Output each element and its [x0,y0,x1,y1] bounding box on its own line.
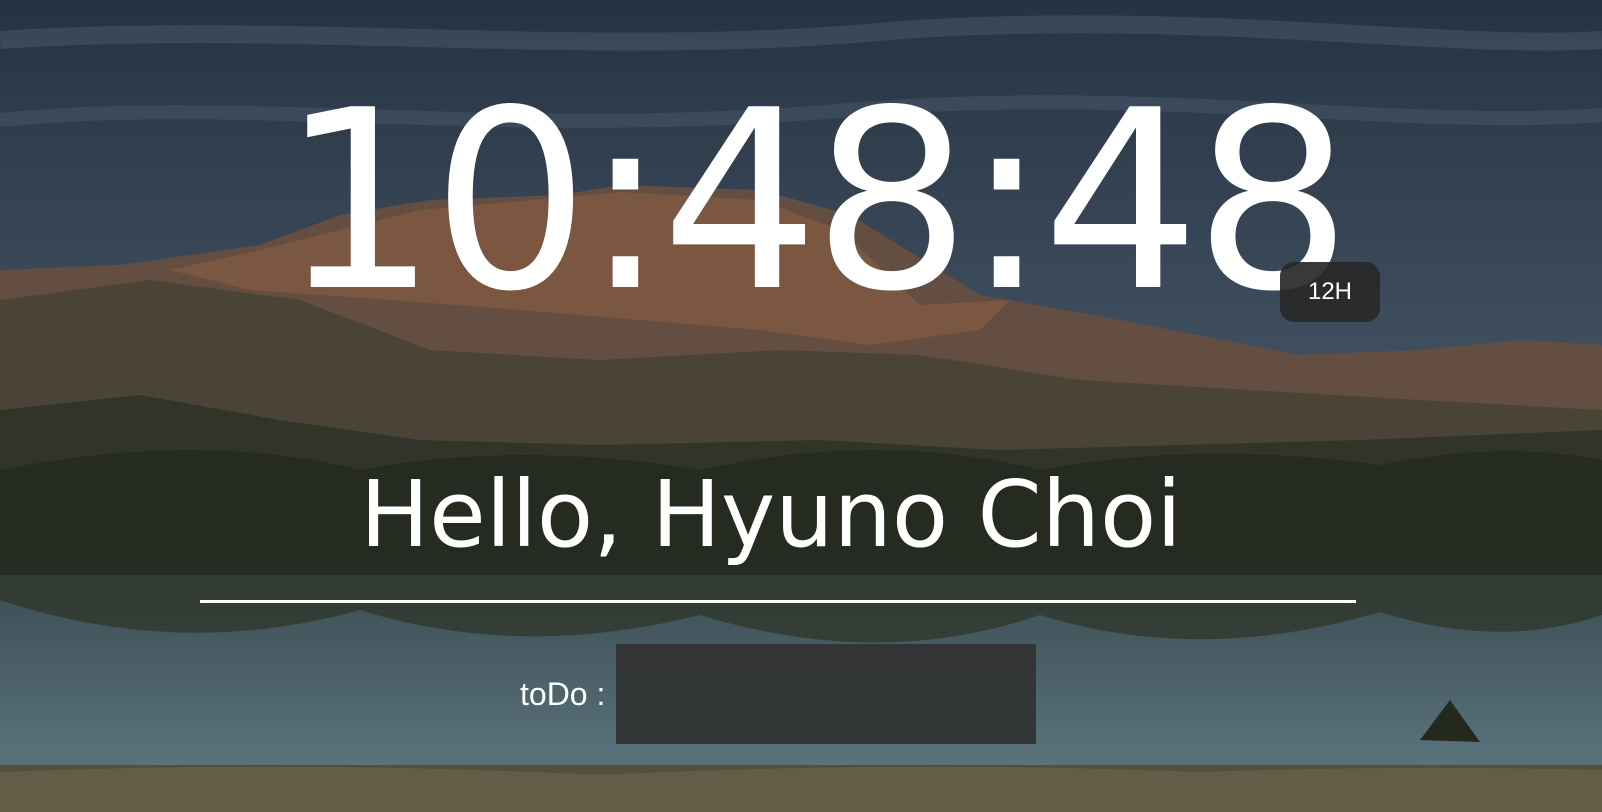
background-scene: 10:48:48 12H Hello, Hyuno Choi toDo : [0,0,1602,812]
clock-format-toggle-button[interactable]: 12H [1280,262,1380,322]
todo-label: toDo : [520,676,606,712]
todo-input[interactable] [616,644,1036,744]
greeting-text: Hello, Hyuno Choi [360,461,1182,568]
divider-line [200,600,1356,603]
clock-time: 10:48:48 [280,58,1352,346]
